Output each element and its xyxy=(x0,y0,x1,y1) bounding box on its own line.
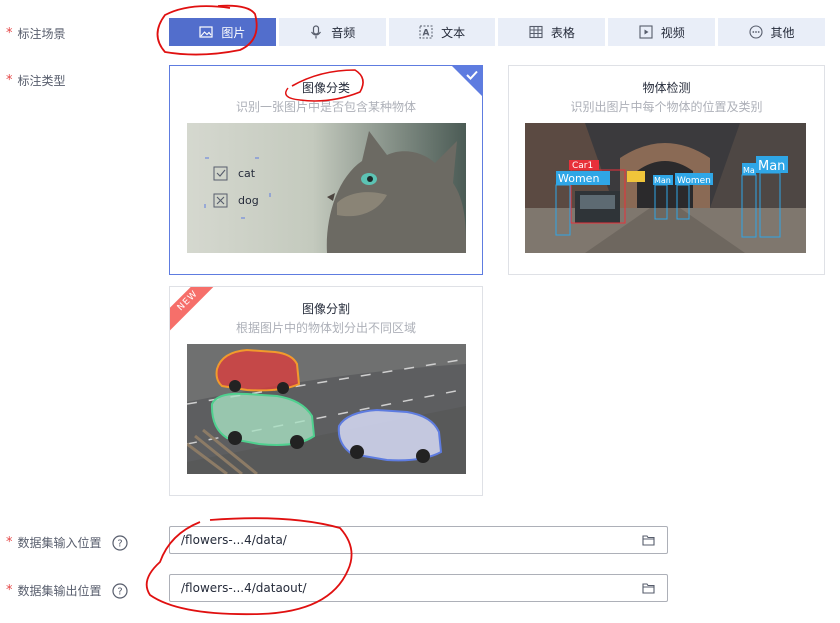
tab-image[interactable]: 图片 xyxy=(169,18,276,46)
table-icon xyxy=(529,25,543,39)
input-path-value: /flowers-...4/data/ xyxy=(181,533,287,547)
card-description: 识别出图片中每个物体的位置及类别 xyxy=(570,100,763,114)
tab-video[interactable]: 视频 xyxy=(608,18,716,46)
card-title: 物体检测 xyxy=(642,81,691,95)
dataset-input-field[interactable]: /flowers-...4/data/ xyxy=(169,526,668,554)
svg-text:A: A xyxy=(423,29,430,39)
card-object-detection[interactable]: 物体检测 识别出图片中每个物体的位置及类别 Car1 Women Man Wom… xyxy=(508,65,825,275)
tab-audio[interactable]: 音频 xyxy=(278,18,386,46)
image-icon xyxy=(199,26,214,38)
card-image-classification[interactable]: 图像分类 识别一张图片中是否包含某种物体 cat dog xyxy=(169,65,483,275)
option-cat: cat xyxy=(238,167,256,180)
card-title: 图像分割 xyxy=(301,302,350,316)
label-women: Women xyxy=(558,172,599,185)
cat-image: cat dog xyxy=(187,123,466,253)
street-image: Car1 Women Man Women Ma Man xyxy=(525,123,806,253)
cars-image xyxy=(187,344,466,474)
card-image-segmentation[interactable]: NEW 图像分割 根据图片中的物体划分出不同区域 xyxy=(169,286,483,496)
video-icon xyxy=(639,25,653,39)
card-title: 图像分类 xyxy=(301,81,350,95)
folder-icon[interactable] xyxy=(642,534,655,546)
input-location-label: * 数据集输入位置 ? xyxy=(6,534,128,551)
type-label: * 标注类型 xyxy=(6,73,66,88)
scene-tabs: 图片 音频 A 文本 表格 视频 其他 xyxy=(169,18,825,46)
more-icon xyxy=(748,25,763,39)
help-icon[interactable]: ? xyxy=(111,582,128,599)
svg-text:?: ? xyxy=(117,586,122,597)
tab-other[interactable]: 其他 xyxy=(718,18,825,46)
microphone-icon xyxy=(311,25,322,39)
label-man-2: Man xyxy=(758,159,785,174)
option-dog: dog xyxy=(238,194,259,207)
help-icon[interactable]: ? xyxy=(111,534,128,551)
card-description: 识别一张图片中是否包含某种物体 xyxy=(235,100,416,114)
tab-table[interactable]: 表格 xyxy=(498,18,606,46)
output-location-label: * 数据集输出位置 ? xyxy=(6,582,128,599)
scene-label: * 标注场景 xyxy=(6,26,66,41)
label-man-3: Ma xyxy=(743,166,755,175)
card-description: 根据图片中的物体划分出不同区域 xyxy=(235,321,416,335)
dataset-output-field[interactable]: /flowers-...4/dataout/ xyxy=(169,574,668,602)
label-man: Man xyxy=(654,176,671,185)
text-icon: A xyxy=(419,25,433,39)
svg-text:?: ? xyxy=(117,538,122,549)
tab-text[interactable]: A 文本 xyxy=(388,18,496,46)
folder-icon[interactable] xyxy=(642,582,655,594)
output-path-value: /flowers-...4/dataout/ xyxy=(181,581,307,595)
